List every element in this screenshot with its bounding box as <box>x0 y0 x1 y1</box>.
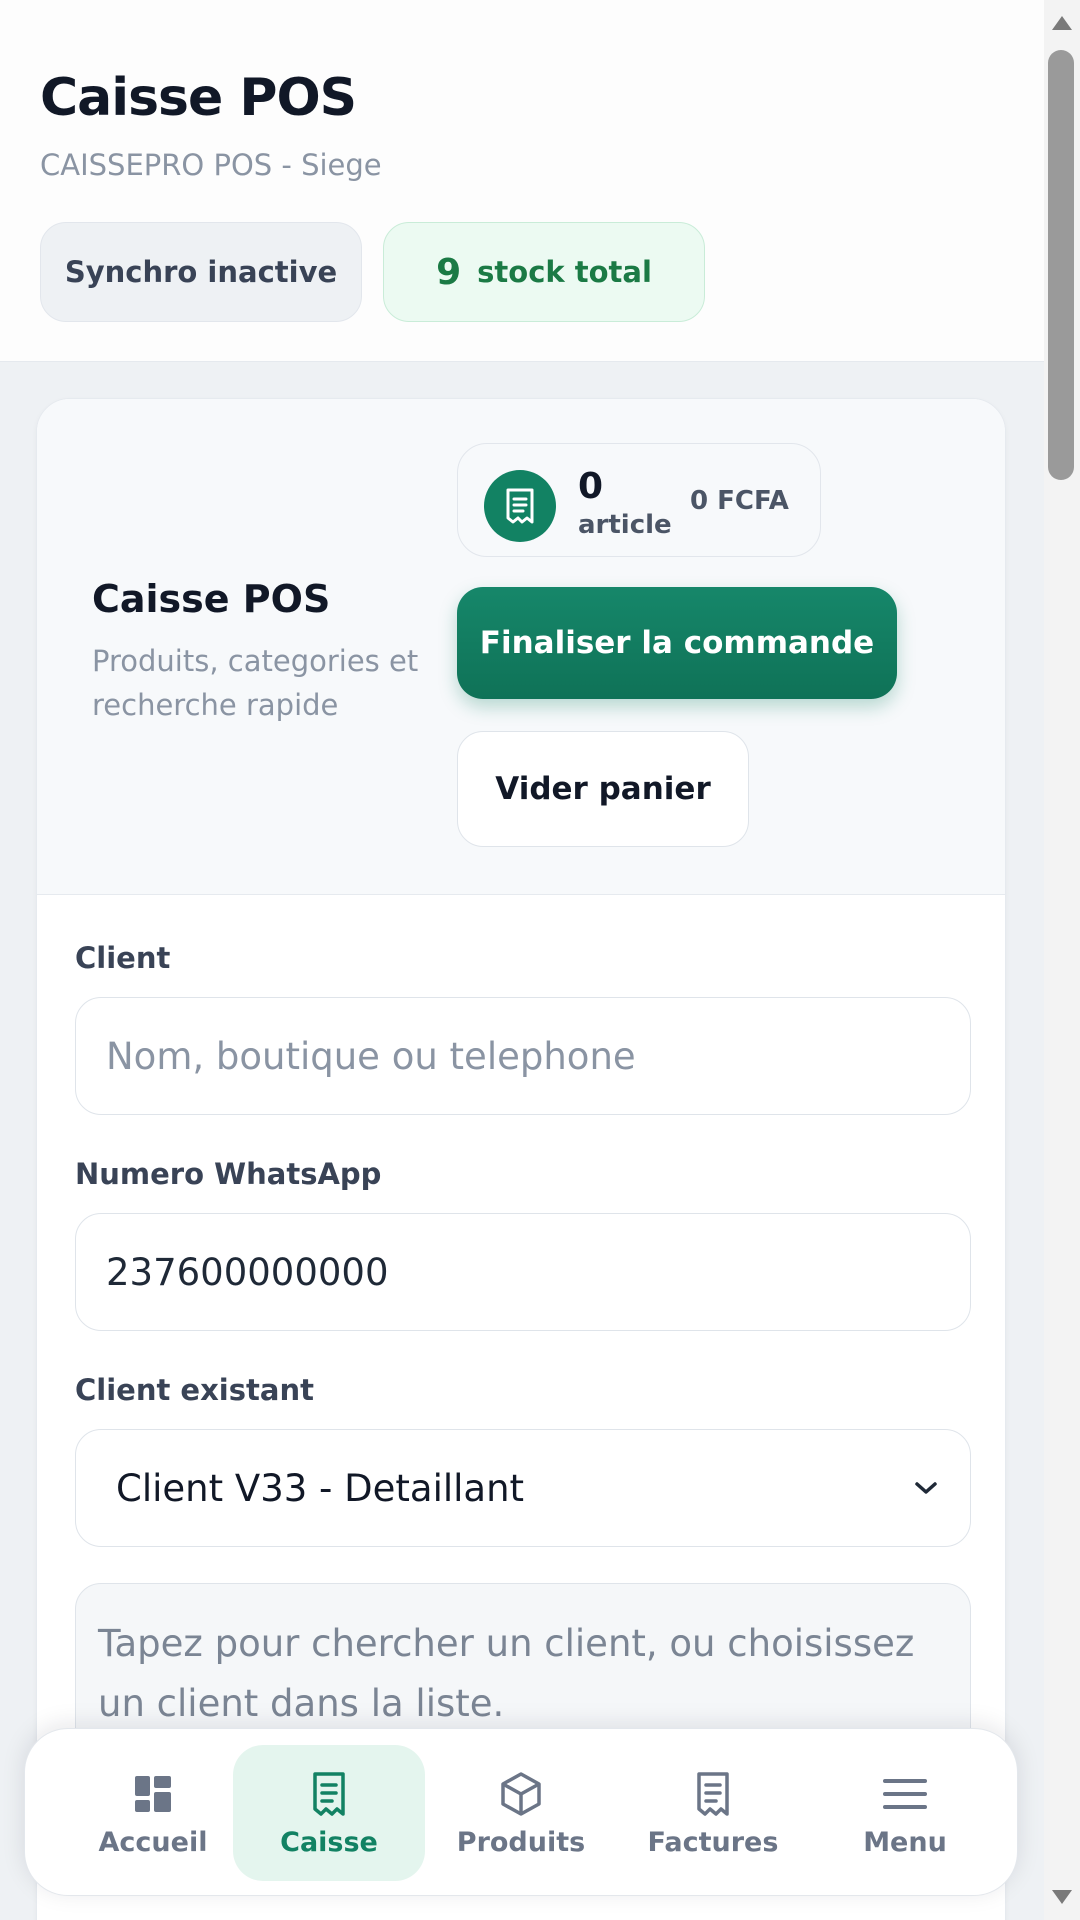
existing-client-select[interactable]: Client V33 - Detaillant <box>75 1429 971 1547</box>
pos-card: Caisse POS Produits, categories et reche… <box>36 398 1006 1920</box>
stock-total-badge: 9 stock total <box>383 222 705 322</box>
sync-status-badge: Synchro inactive <box>40 222 362 322</box>
cart-description: Produits, categories et recherche rapide <box>92 644 419 722</box>
existing-client-label: Client existant <box>75 1373 314 1407</box>
nav-item-accueil[interactable]: Accueil <box>57 1745 249 1881</box>
existing-client-selected: Client V33 - Detaillant <box>116 1466 525 1510</box>
nav-label-menu: Menu <box>863 1826 947 1858</box>
page-subtitle: CAISSEPRO POS - Siege <box>40 148 382 182</box>
cart-summary: 0 article 0 FCFA <box>457 443 821 557</box>
scroll-thumb[interactable] <box>1048 50 1074 480</box>
nav-label-factures: Factures <box>647 1826 779 1858</box>
finalize-order-button[interactable]: Finaliser la commande <box>457 587 897 699</box>
cart-item-label: article <box>578 510 672 540</box>
box-icon <box>496 1769 546 1819</box>
receipt-icon <box>304 1769 354 1819</box>
menu-icon <box>880 1769 930 1819</box>
nav-item-produits[interactable]: Produits <box>425 1745 617 1881</box>
nav-label-accueil: Accueil <box>98 1826 208 1858</box>
cart-title: Caisse POS <box>92 577 331 621</box>
page: Caisse POS CAISSEPRO POS - Siege Synchro… <box>0 0 1044 1920</box>
page-header: Caisse POS CAISSEPRO POS - Siege Synchro… <box>0 0 1044 362</box>
page-title: Caisse POS <box>40 68 357 128</box>
receipt-icon <box>484 470 556 542</box>
whatsapp-label: Numero WhatsApp <box>75 1157 382 1191</box>
cart-header: Caisse POS Produits, categories et reche… <box>37 399 1005 895</box>
stock-label: stock total <box>477 255 652 289</box>
scroll-down-arrow-icon[interactable] <box>1052 1890 1072 1904</box>
nav-label-produits: Produits <box>456 1826 586 1858</box>
empty-cart-button[interactable]: Vider panier <box>457 731 749 847</box>
whatsapp-input[interactable]: 237600000000 <box>75 1213 971 1331</box>
nav-item-factures[interactable]: Factures <box>617 1745 809 1881</box>
sync-status-label: Synchro inactive <box>64 255 338 289</box>
invoice-icon <box>688 1769 738 1819</box>
nav-item-caisse[interactable]: Caisse <box>233 1745 425 1881</box>
nav-item-menu[interactable]: Menu <box>809 1745 1001 1881</box>
dashboard-icon <box>128 1769 178 1819</box>
client-search-input[interactable]: Nom, boutique ou telephone <box>75 997 971 1115</box>
nav-label-caisse: Caisse <box>280 1826 378 1858</box>
stock-count: 9 <box>436 251 462 293</box>
scroll-up-arrow-icon[interactable] <box>1052 16 1072 30</box>
client-label: Client <box>75 941 171 975</box>
bottom-navigation: Accueil Caisse Produits Factures Menu <box>24 1728 1018 1896</box>
cart-total: 0 FCFA <box>690 486 789 516</box>
chevron-down-icon <box>912 1474 940 1502</box>
app-viewport: Caisse POS CAISSEPRO POS - Siege Synchro… <box>0 0 1080 1920</box>
cart-item-count: 0 <box>578 466 604 507</box>
vertical-scrollbar[interactable] <box>1044 0 1080 1920</box>
